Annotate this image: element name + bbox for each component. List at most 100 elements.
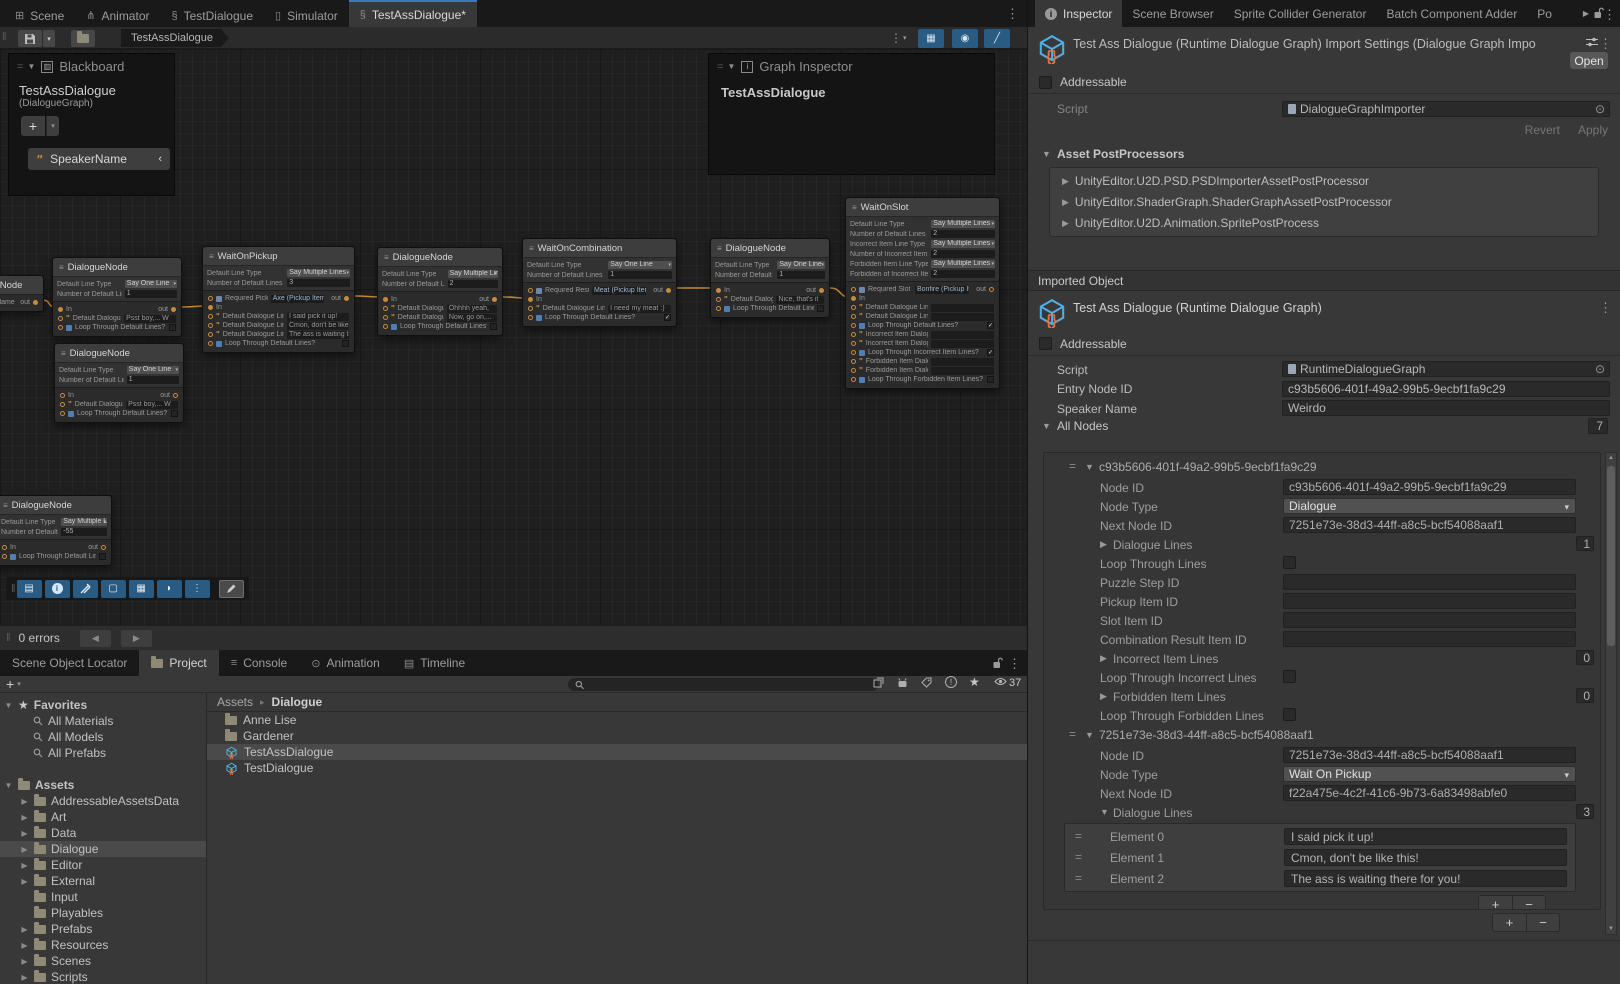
output-port[interactable] xyxy=(989,287,994,292)
dialogue-line-field[interactable]: Psst boy,... W xyxy=(124,315,176,323)
loop-through-lines-checkbox[interactable] xyxy=(1283,556,1296,569)
graph-node-dialoguenode[interactable]: ≡DialogueNodeDefault Line TypeSay Multip… xyxy=(0,495,112,566)
tree-item-dialogue[interactable]: ▶Dialogue xyxy=(0,841,206,857)
line-port[interactable] xyxy=(851,368,856,373)
tree-item-external[interactable]: ▶External xyxy=(0,873,206,889)
loop-checkbox[interactable]: ✓ xyxy=(664,314,671,321)
inspector-scrollbar[interactable]: ▲ ▼ xyxy=(1605,452,1617,935)
property-dropdown[interactable]: Say One Line xyxy=(125,280,177,288)
input-port[interactable] xyxy=(528,288,533,293)
object-picker-icon[interactable]: ⊙ xyxy=(1595,102,1605,116)
remove-element-button[interactable]: − xyxy=(1526,914,1559,931)
property-field[interactable]: 1 xyxy=(127,376,179,384)
line-port[interactable] xyxy=(851,314,856,319)
drag-handle-icon[interactable]: = xyxy=(1069,727,1075,741)
line-port[interactable] xyxy=(383,324,388,329)
object-picker-icon[interactable]: ⊙ xyxy=(1595,362,1605,376)
collapse-caret-icon[interactable]: ▼ xyxy=(727,62,735,71)
node-title-bar[interactable]: ≡DialogueNode xyxy=(711,239,829,257)
tree-item-data[interactable]: ▶Data xyxy=(0,825,206,841)
speaker-name-field[interactable]: Weirdo xyxy=(1282,400,1610,416)
save-button[interactable] xyxy=(18,30,42,47)
output-port[interactable] xyxy=(344,296,349,301)
line-port[interactable] xyxy=(528,306,533,311)
input-port[interactable] xyxy=(208,296,213,301)
output-port[interactable] xyxy=(101,545,106,550)
input-port[interactable] xyxy=(60,393,65,398)
graph-node-waitoncombination[interactable]: ≡WaitOnCombinationDefault Line TypeSay O… xyxy=(522,238,677,327)
property-dropdown[interactable]: Say One Line xyxy=(608,261,672,269)
tab-scene-object-locator[interactable]: Scene Object Locator xyxy=(0,650,139,676)
dialogue-line-field[interactable] xyxy=(931,304,994,312)
line-port[interactable] xyxy=(851,359,856,364)
property-field[interactable]: 3 xyxy=(287,279,350,287)
loop-checkbox[interactable] xyxy=(99,553,106,560)
all-nodes-count-field[interactable]: 7 xyxy=(1588,418,1608,434)
output-port[interactable] xyxy=(171,307,176,312)
dialogue-line-field[interactable]: Nice, that's it xyxy=(776,296,824,304)
element-2-field[interactable]: The ass is waiting there for you! xyxy=(1284,870,1567,887)
tree-item-scripts[interactable]: ▶Scripts xyxy=(0,969,206,984)
dialogue-lines-count-field[interactable]: 1 xyxy=(1576,536,1594,551)
property-field[interactable]: 2 xyxy=(931,250,995,258)
output-port[interactable] xyxy=(819,288,824,293)
entry-node-id-field[interactable]: c93b5606-401f-49a2-99b5-9ecbf1fa9c29 xyxy=(1282,381,1610,397)
node-id-field[interactable]: c93b5606-401f-49a2-99b5-9ecbf1fa9c29 xyxy=(1283,479,1576,495)
property-dropdown[interactable]: Say Multiple Lines xyxy=(931,220,995,228)
property-field[interactable]: -55 xyxy=(61,528,107,536)
breadcrumb-assets[interactable]: Assets xyxy=(217,695,253,709)
tree-item-input[interactable]: Input xyxy=(0,889,206,905)
line-port[interactable] xyxy=(208,323,213,328)
toggle-inspector-view-button[interactable]: i xyxy=(45,580,70,598)
toggle-blackboard-view-button[interactable]: ▤ xyxy=(17,580,42,598)
drag-handle-icon[interactable]: = xyxy=(1069,459,1075,473)
dialogue-line-field[interactable]: Ohhhh yeah, xyxy=(447,305,497,313)
input-port[interactable] xyxy=(716,288,721,293)
graph-options-icon[interactable]: ⋮ xyxy=(890,31,902,45)
breadcrumb-dialogue[interactable]: Dialogue xyxy=(272,695,323,709)
object-field[interactable]: Bonfire (Pickup Item Data) xyxy=(915,286,969,294)
property-field[interactable]: 2 xyxy=(931,270,995,278)
line-port[interactable] xyxy=(851,350,856,355)
toggle-minimap-button[interactable]: ▦ xyxy=(918,29,944,48)
line-port[interactable] xyxy=(716,306,721,311)
all-nodes-foldout[interactable]: ▼ All Nodes 7 xyxy=(1028,418,1620,436)
forbidden-item-lines-count-field[interactable]: 0 xyxy=(1576,688,1594,703)
dialogue-line-field[interactable] xyxy=(931,367,994,375)
output-port[interactable] xyxy=(33,300,38,305)
dialogue-graph-canvas[interactable]: = ▼ ▥ Blackboard TestAssDialogue (Dialog… xyxy=(0,49,1027,625)
inspector-tab-sprite-collider-generator[interactable]: Sprite Collider Generator xyxy=(1224,0,1377,27)
loop-checkbox[interactable] xyxy=(171,410,178,417)
search-favorites-icon[interactable]: ★ xyxy=(969,675,980,689)
property-dropdown[interactable]: Say Multiple Lines xyxy=(931,240,995,248)
create-asset-button[interactable]: +▾ xyxy=(6,676,21,692)
node-title-bar[interactable]: ≡WaitOnPickup xyxy=(203,247,354,265)
file-item-testdialogue[interactable]: {}TestDialogue xyxy=(207,760,1027,776)
apply-button[interactable]: Apply xyxy=(1578,123,1608,137)
graph-inspector-panel[interactable]: = ▼ i Graph Inspector TestAssDialogue xyxy=(708,53,995,175)
slot-item-id-field[interactable] xyxy=(1283,612,1576,628)
line-port[interactable] xyxy=(851,377,856,382)
property-dropdown[interactable]: Say Multiple Lines xyxy=(448,270,498,278)
next-error-button[interactable]: ▶ xyxy=(121,630,152,647)
node-title-bar[interactable]: ≡DialogueNode xyxy=(378,248,502,266)
toggle-graph-inspector-button[interactable]: ◉ xyxy=(952,29,978,48)
tab-simulator[interactable]: ▯Simulator xyxy=(264,2,349,27)
minimap-button[interactable]: ▦ xyxy=(129,580,154,598)
tree-item-favorites[interactable]: ▼★Favorites xyxy=(0,697,206,713)
toggle-blackboard-button[interactable]: ╱ xyxy=(984,29,1010,48)
line-port[interactable] xyxy=(2,554,7,559)
line-port[interactable] xyxy=(851,332,856,337)
inspector-tab-scene-browser[interactable]: Scene Browser xyxy=(1122,0,1223,27)
input-port[interactable] xyxy=(383,297,388,302)
node-entry-header[interactable]: =▼7251e73e-38d3-44ff-a8c5-bcf54088aaf1 xyxy=(1044,725,1600,746)
graph-node-startnode[interactable]: ≡StartNodeSpeakerNameout xyxy=(0,275,44,312)
tree-item-scenes[interactable]: ▶Scenes xyxy=(0,953,206,969)
drag-handle-icon[interactable]: = xyxy=(1075,829,1081,843)
tree-item-all-materials[interactable]: All Materials xyxy=(0,713,206,729)
line-port[interactable] xyxy=(208,314,213,319)
previous-error-button[interactable]: ◀ xyxy=(80,630,111,647)
line-port[interactable] xyxy=(851,341,856,346)
postprocessor-item[interactable]: ▶UnityEditor.U2D.PSD.PSDImporterAssetPos… xyxy=(1050,171,1598,192)
project-search-field[interactable] xyxy=(568,678,878,691)
